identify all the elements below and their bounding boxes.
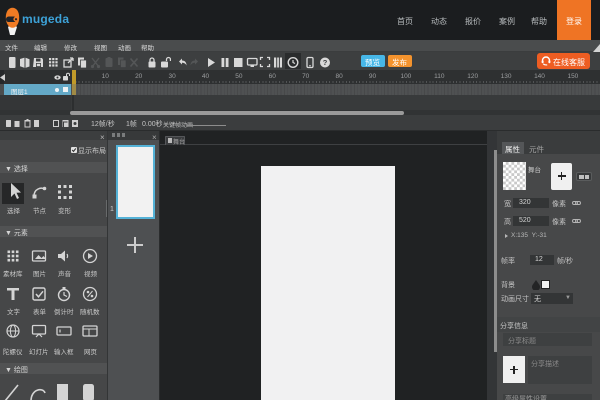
svg-text:?: ?	[323, 58, 328, 67]
